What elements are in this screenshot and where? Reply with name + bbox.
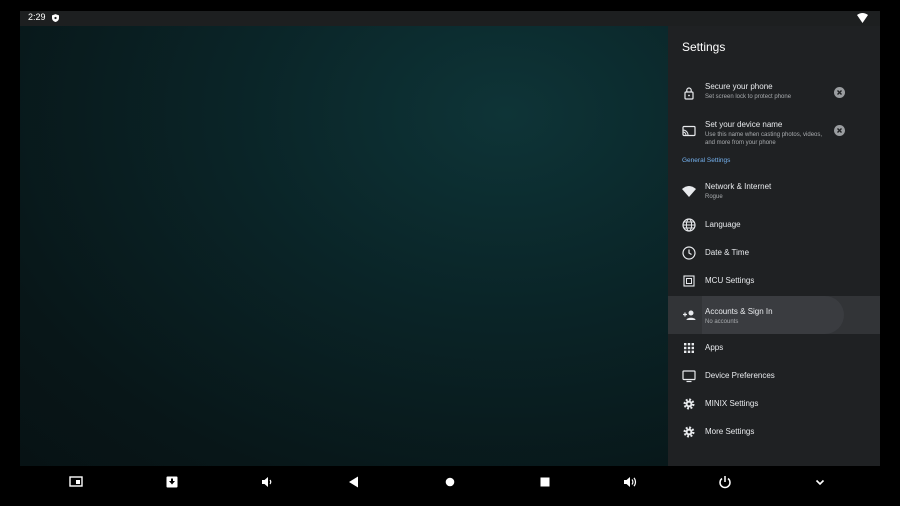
device-screen: 2:29 Settings Secure your phone Set scre… xyxy=(20,11,880,466)
settings-item-device-preferences[interactable]: Device Preferences xyxy=(668,362,880,390)
settings-item-minix[interactable]: MINIX Settings xyxy=(668,390,880,418)
dismiss-suggestion-button[interactable] xyxy=(834,125,845,136)
lock-icon xyxy=(684,87,694,100)
volume-up-icon[interactable] xyxy=(622,474,638,490)
dismiss-suggestion-button[interactable] xyxy=(834,87,845,98)
settings-item-sub: Rogue xyxy=(705,194,723,200)
suggestion-subtitle: Set screen lock to protect phone xyxy=(705,94,792,100)
settings-item-label: MCU Settings xyxy=(705,276,755,285)
gear-icon xyxy=(683,398,695,410)
settings-item-label: Apps xyxy=(705,343,724,352)
settings-item-label: Date & Time xyxy=(705,248,750,257)
status-bar: 2:29 xyxy=(20,11,880,26)
settings-item-date-time[interactable]: Date & Time xyxy=(668,239,880,267)
power-icon[interactable] xyxy=(717,474,733,490)
settings-item-mcu[interactable]: MCU Settings xyxy=(668,267,880,295)
volume-down-icon[interactable] xyxy=(259,474,275,490)
shield-icon xyxy=(52,14,59,22)
settings-item-accounts[interactable]: Accounts & Sign In No accounts xyxy=(668,296,880,334)
person-add-icon xyxy=(683,310,696,320)
navigation-bar xyxy=(0,466,900,506)
settings-item-label: Device Preferences xyxy=(705,371,775,380)
close-icon xyxy=(837,128,842,133)
settings-panel: Settings Secure your phone Set screen lo… xyxy=(668,26,880,466)
download-icon[interactable] xyxy=(164,474,180,490)
globe-icon xyxy=(682,218,696,232)
settings-item-network[interactable]: Network & Internet Rogue xyxy=(668,177,880,205)
settings-item-label: MINIX Settings xyxy=(705,399,759,408)
back-icon[interactable] xyxy=(346,474,362,490)
wifi-icon xyxy=(682,186,696,197)
clock-icon xyxy=(682,246,696,260)
chip-icon xyxy=(683,275,695,287)
suggestion-title: Set your device name xyxy=(705,120,783,129)
settings-item-sub: No accounts xyxy=(705,319,739,325)
status-time: 2:29 xyxy=(28,12,46,22)
screenshot-icon[interactable] xyxy=(68,474,84,490)
wallpaper xyxy=(20,26,668,466)
settings-item-label: Accounts & Sign In xyxy=(705,307,773,316)
wifi-status-icon xyxy=(857,13,868,23)
chevron-down-icon[interactable] xyxy=(812,474,828,490)
tv-icon xyxy=(682,370,696,383)
apps-grid-icon xyxy=(684,343,694,353)
cast-icon xyxy=(682,125,696,137)
settings-item-label: Network & Internet xyxy=(705,182,772,191)
general-settings-header: General Settings xyxy=(682,157,731,164)
suggestion-device-name[interactable]: Set your device name Use this name when … xyxy=(668,112,880,150)
gear-icon xyxy=(683,426,695,438)
settings-item-more[interactable]: More Settings xyxy=(668,418,880,446)
recents-icon[interactable] xyxy=(537,474,553,490)
settings-item-language[interactable]: Language xyxy=(668,211,880,239)
suggestion-secure-phone[interactable]: Secure your phone Set screen lock to pro… xyxy=(668,74,880,112)
suggestion-title: Secure your phone xyxy=(705,82,773,91)
settings-title: Settings xyxy=(682,40,726,54)
suggestion-subtitle: Use this name when casting photos, video… xyxy=(705,132,823,146)
settings-item-label: Language xyxy=(705,220,741,229)
home-icon[interactable] xyxy=(442,474,458,490)
settings-item-label: More Settings xyxy=(705,427,755,436)
close-icon xyxy=(837,90,842,95)
settings-item-apps[interactable]: Apps xyxy=(668,334,880,362)
